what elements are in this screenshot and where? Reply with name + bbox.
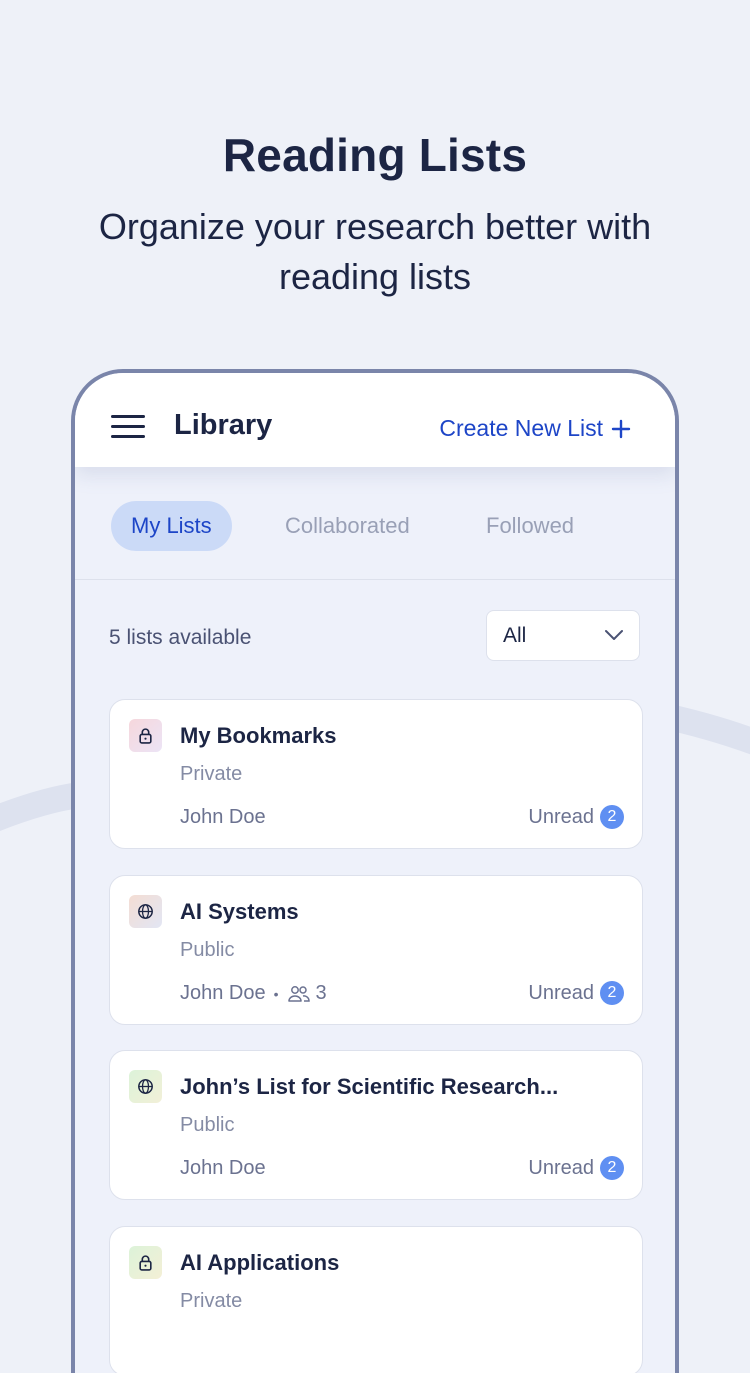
list-card[interactable]: My Bookmarks Private John Doe Unread 2 (109, 699, 643, 849)
unread-label: Unread (528, 981, 594, 1004)
tab-collaborated[interactable]: Collaborated (265, 501, 430, 551)
create-new-list-button[interactable]: Create New List (439, 415, 631, 442)
list-count: 5 lists available (109, 626, 252, 649)
list-visibility: Private (180, 763, 243, 785)
unread-indicator: Unread 2 (528, 981, 624, 1005)
unread-indicator: Unread 2 (528, 1156, 624, 1180)
list-visibility: Public (180, 1114, 235, 1136)
globe-icon (129, 895, 162, 928)
list-owner: John Doe (180, 1157, 266, 1179)
list-visibility: Private (180, 1290, 243, 1312)
list-meta: John Doe (180, 1157, 266, 1180)
list-visibility: Public (180, 939, 235, 961)
hamburger-menu-icon[interactable] (111, 415, 145, 439)
list-meta: John Doe • 3 (180, 982, 327, 1005)
plus-icon (611, 419, 631, 438)
list-title: My Bookmarks (180, 723, 337, 748)
separator-dot: • (273, 985, 279, 1002)
unread-indicator: Unread 2 (528, 805, 624, 829)
unread-label: Unread (528, 805, 594, 828)
lock-icon (129, 719, 162, 752)
unread-label: Unread (528, 1156, 594, 1179)
people-icon (287, 985, 310, 1002)
list-owner: John Doe (180, 982, 266, 1004)
app-header: Library Create New List (75, 373, 675, 467)
lock-icon (129, 1246, 162, 1279)
filter-dropdown[interactable]: All (486, 610, 640, 661)
list-owner: John Doe (180, 806, 266, 828)
globe-icon (129, 1070, 162, 1103)
list-card[interactable]: AI Applications Private (109, 1226, 643, 1373)
unread-count-badge: 2 (600, 1156, 624, 1180)
phone-frame: Library Create New List My Lists Collabo… (71, 369, 679, 1373)
filter-selected-value: All (503, 624, 527, 647)
promo-title: Reading Lists (222, 129, 528, 181)
list-meta: John Doe (180, 806, 266, 829)
list-title: John’s List for Scientific Research... (180, 1074, 559, 1099)
list-title: AI Applications (180, 1250, 340, 1275)
list-card[interactable]: AI Systems Public John Doe • 3 Unread 2 (109, 875, 643, 1025)
unread-count-badge: 2 (600, 981, 624, 1005)
chevron-down-icon (605, 630, 623, 640)
list-card[interactable]: John’s List for Scientific Research... P… (109, 1050, 643, 1200)
collaborator-count: 3 (315, 982, 327, 1004)
unread-count-badge: 2 (600, 805, 624, 829)
tab-my-lists[interactable]: My Lists (111, 501, 232, 551)
page-title: Library (174, 409, 273, 441)
create-new-list-label: Create New List (439, 415, 603, 441)
promo-subtitle: Organize your research better with readi… (98, 206, 652, 297)
list-title: AI Systems (180, 899, 299, 924)
tab-followed[interactable]: Followed (466, 501, 594, 551)
tab-bar: My Lists Collaborated Followed (75, 467, 675, 580)
